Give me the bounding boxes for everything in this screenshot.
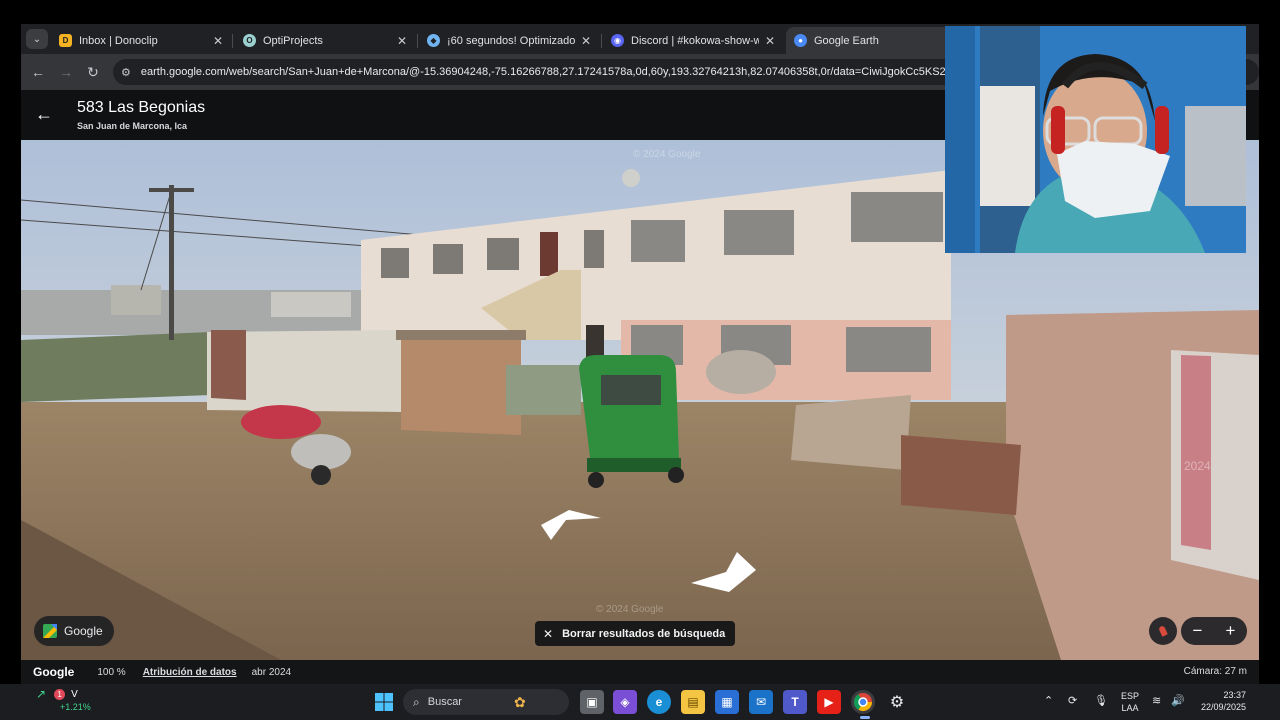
stock-name: V [71, 688, 78, 700]
webcam-overlay [945, 26, 1246, 253]
zoom-out-button[interactable]: − [1193, 621, 1203, 641]
microphone-icon[interactable]: 🎙 [1094, 694, 1108, 707]
tab-title: Inbox | Donoclip [79, 34, 158, 47]
active-app-indicator [860, 716, 870, 719]
donoclip-icon: D [59, 34, 72, 47]
store-icon[interactable]: ▦ [715, 690, 739, 714]
app-icon[interactable]: ⚙ [885, 690, 909, 714]
copilot-icon[interactable]: ◈ [613, 690, 637, 714]
taskbar: ↗ 1 V +1.21% ⌕ Buscar ✿ ▣ ◈ e ▤ ▦ ✉ T ▶ … [0, 684, 1280, 720]
close-icon[interactable]: ✕ [765, 34, 775, 48]
tab-optiprojects[interactable]: O OptiProjects ✕ [235, 27, 415, 54]
search-highlight-icon: ✿ [513, 693, 526, 710]
close-icon[interactable]: ✕ [213, 34, 223, 48]
edge-icon[interactable]: e [647, 690, 671, 714]
url-text[interactable]: earth.google.com/web/search/San+Juan+de+… [141, 66, 978, 78]
data-attribution-link[interactable]: Atribución de datos [143, 667, 237, 678]
zoom-in-button[interactable]: + [1226, 621, 1236, 641]
tab-divider [417, 34, 418, 48]
tab-title: Discord | #kokowa-show-waa | [631, 34, 759, 47]
tab-google-earth[interactable]: ● Google Earth [786, 27, 966, 54]
tab-discord[interactable]: ◉ Discord | #kokowa-show-waa | ✕ [603, 27, 783, 54]
optiprojects-icon: O [243, 34, 256, 47]
notification-badge: 1 [54, 688, 66, 700]
zoom-level: 100 % [97, 666, 126, 678]
chevron-up-icon[interactable]: ⌃ [1044, 694, 1053, 707]
place-subtitle: San Juan de Marcona, Ica [77, 121, 188, 131]
google-chip-label: Google [64, 624, 103, 638]
google-chip[interactable]: Google [34, 616, 114, 646]
search-icon: ⌕ [413, 694, 420, 709]
google-maps-icon [43, 624, 57, 638]
forward-arrow-icon[interactable]: → [57, 63, 75, 81]
clock[interactable]: 23:37 22/09/2025 [1194, 689, 1246, 713]
close-icon[interactable]: ✕ [581, 34, 591, 48]
language-code: ESP [1121, 691, 1140, 701]
watermark-bottom: © 2024 Google [596, 604, 664, 615]
stock-trend-icon: ↗ [36, 687, 47, 701]
zoom-control: − + [1181, 617, 1247, 645]
back-arrow-icon[interactable]: ← [35, 105, 53, 123]
stock-widget[interactable]: ↗ 1 V +1.21% [36, 687, 91, 712]
volume-icon[interactable]: 🔊 [1171, 694, 1185, 707]
imagery-date: abr 2024 [251, 666, 292, 678]
clock-date: 22/09/2025 [1200, 702, 1246, 712]
clear-search-label: Borrar resultados de búsqueda [562, 627, 726, 640]
tab-title: OptiProjects [263, 34, 323, 47]
clock-time: 23:37 [1223, 690, 1246, 700]
tab-search-button[interactable]: ⌄ [26, 29, 48, 49]
reload-icon[interactable]: ↻ [84, 63, 102, 81]
chrome-icon[interactable] [851, 690, 875, 714]
back-arrow-icon[interactable]: ← [29, 63, 47, 81]
wifi-icon[interactable]: ≋ [1152, 694, 1161, 707]
keyboard-layout: LAA [1121, 703, 1139, 713]
sync-icon[interactable]: ⟳ [1068, 694, 1077, 707]
site-settings-icon[interactable]: ⚙ [121, 66, 131, 79]
game-icon: ◆ [427, 34, 440, 47]
google-earth-icon: ● [794, 34, 807, 47]
tab-divider [601, 34, 602, 48]
windows-start-icon[interactable] [372, 690, 396, 714]
watermark-top: © 2024 Google [633, 149, 701, 160]
discord-icon: ◉ [611, 34, 624, 47]
webcam-person-image [945, 26, 1246, 253]
search-placeholder: Buscar [427, 696, 462, 708]
place-title: 583 Las Begonias [77, 99, 206, 116]
google-logo: Google [33, 665, 75, 679]
earth-status-bar: Google 100 % Atribución de datos abr 202… [21, 660, 1259, 684]
camera-altitude: Cámara: 27 m [1183, 666, 1247, 677]
youtube-icon[interactable]: ▶ [817, 690, 841, 714]
tab-inbox-donoclip[interactable]: D Inbox | Donoclip ✕ [51, 27, 231, 54]
close-icon: ✕ [543, 626, 554, 641]
pegman-icon[interactable] [1149, 617, 1177, 645]
close-icon[interactable]: ✕ [397, 34, 407, 48]
task-view-icon[interactable]: ▣ [580, 690, 604, 714]
clear-search-button[interactable]: ✕ Borrar resultados de búsqueda [535, 621, 736, 646]
mail-icon[interactable]: ✉ [749, 690, 773, 714]
tab-title: ¡60 segundos! Optimizado [447, 34, 575, 47]
teams-icon[interactable]: T [783, 690, 807, 714]
tab-60-segundos[interactable]: ◆ ¡60 segundos! Optimizado ✕ [419, 27, 599, 54]
stock-change: +1.21% [60, 702, 91, 712]
tab-divider [232, 34, 233, 48]
map-controls: − + [1149, 616, 1247, 646]
watermark-house: 2024 [1184, 459, 1211, 473]
file-explorer-icon[interactable]: ▤ [681, 690, 705, 714]
tab-title: Google Earth [814, 34, 879, 47]
language-indicator[interactable]: ESP LAA [1121, 690, 1139, 714]
taskbar-search[interactable]: ⌕ Buscar ✿ [403, 689, 569, 715]
